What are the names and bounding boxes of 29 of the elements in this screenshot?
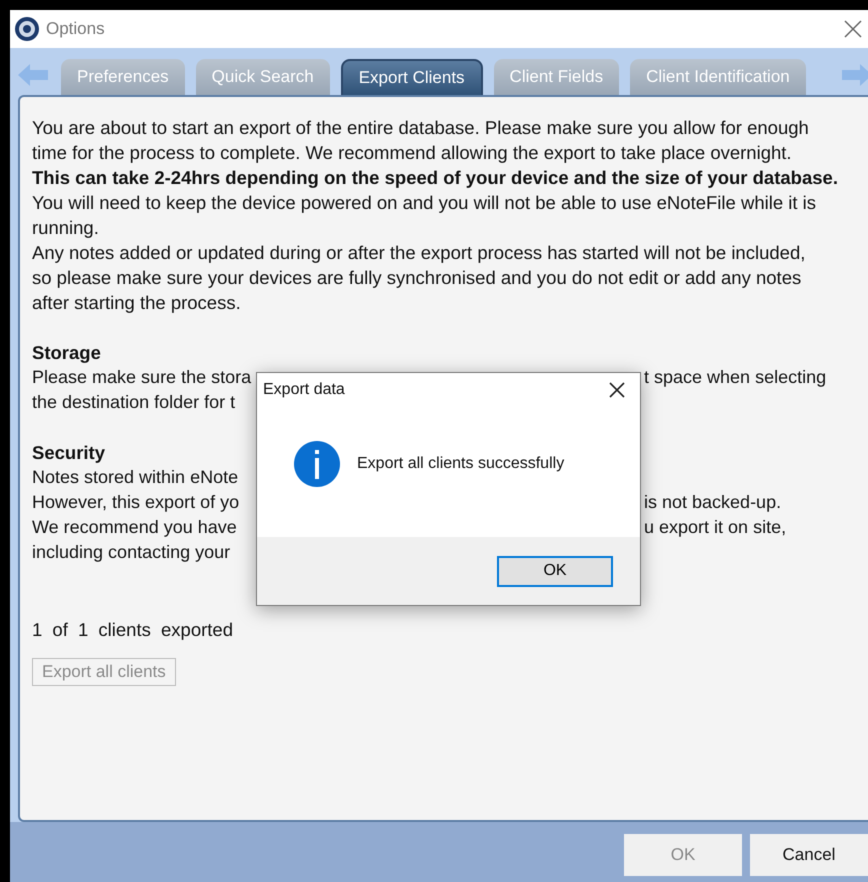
dialog-title: Export data bbox=[263, 381, 346, 399]
paragraph: You will need to keep the device powered on and you will not be able to use eNoteFile while it is running. bbox=[32, 191, 818, 240]
cancel-button[interactable]: Cancel bbox=[750, 834, 868, 876]
tab[interactable]: Quick Search bbox=[196, 59, 330, 95]
dialog-message: Export all clients successfully bbox=[357, 455, 564, 473]
section-heading: Security bbox=[32, 441, 106, 465]
paragraph: This can take 2-24hrs depending on the speed of your device and the size of your database. bbox=[32, 166, 838, 190]
tab[interactable]: Preferences bbox=[61, 59, 185, 95]
progress-text: 1 of 1 clients exported bbox=[32, 618, 234, 642]
text-fragment: t space when selecting bbox=[644, 366, 826, 389]
app-logo-icon bbox=[14, 16, 40, 42]
text-fragment: the destination folder for t bbox=[32, 391, 236, 414]
tab[interactable]: Client Fields bbox=[494, 59, 620, 95]
text-fragment: including contacting your bbox=[32, 541, 230, 564]
ok-button[interactable]: OK bbox=[497, 556, 613, 586]
text-fragment: u export it on site, bbox=[644, 516, 786, 539]
info-icon bbox=[293, 440, 341, 488]
text-fragment: Notes stored within eNote bbox=[32, 466, 238, 489]
paragraph: You are about to start an export of the entire database. Please make sure you allow for enough time for the process to complete. We recommend allowing the export to take place overnight. bbox=[32, 116, 810, 165]
text-fragment: Please make sure the stora bbox=[32, 366, 252, 389]
tab[interactable]: Client Identification bbox=[630, 59, 806, 95]
tab[interactable]: Export Clients bbox=[340, 59, 483, 95]
section-heading: Storage bbox=[32, 341, 101, 365]
text-fragment: However, this export of yo bbox=[32, 491, 240, 514]
window-title: Options bbox=[46, 19, 106, 39]
close-icon[interactable] bbox=[608, 381, 626, 399]
text-fragment: We recommend you have bbox=[32, 516, 237, 539]
paragraph: Any notes added or updated during or after the export process has started will not be included, so please make sure your devices are fully synchronised and you do not edit or add any notes after starting the process. bbox=[32, 241, 806, 315]
text-fragment: is not backed-up. bbox=[644, 491, 782, 514]
